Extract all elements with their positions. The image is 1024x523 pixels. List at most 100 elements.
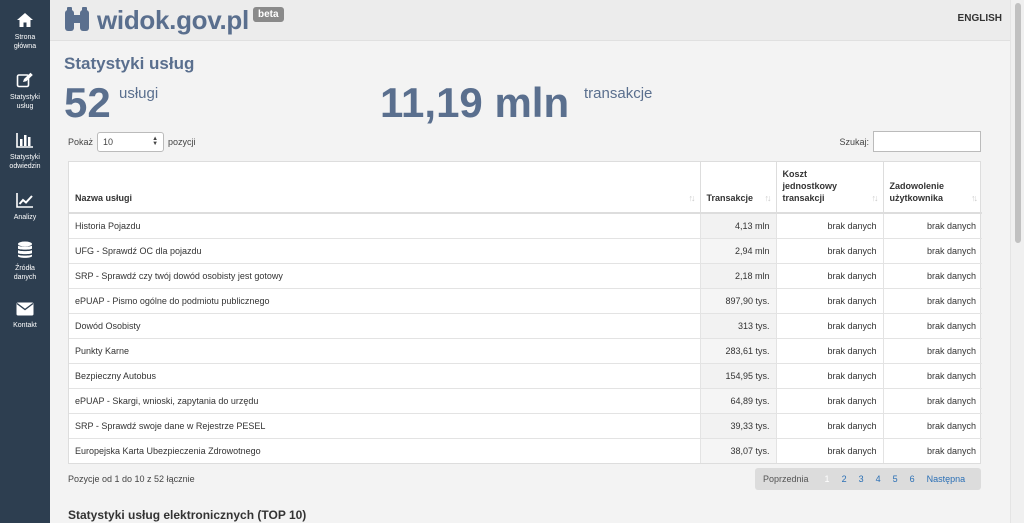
cell-satisfaction: brak danych (882, 412, 982, 438)
cell-unit-cost: brak danych (775, 287, 883, 313)
table-row: Europejska Karta Ubezpieczenia Zdrowotne… (69, 437, 982, 463)
column-header-service-name[interactable]: Nazwa usługi ↑↓ (69, 162, 700, 214)
cell-transactions: 39,33 tys. (699, 412, 776, 438)
cell-service-name: ePUAP - Pismo ogólne do podmiotu publicz… (69, 287, 700, 313)
sort-icon: ↑↓ (688, 193, 696, 203)
sidebar: Strona główna Statystyki usług Statystyk… (0, 0, 50, 523)
cell-transactions: 4,13 mln (699, 212, 776, 238)
scrollbar-thumb[interactable] (1015, 3, 1021, 243)
table-row: Punkty Karne 283,61 tys. brak danych brak d… (69, 337, 982, 363)
cell-transactions: 283,61 tys. (699, 337, 776, 363)
cell-unit-cost: brak danych (775, 437, 883, 463)
logo[interactable]: widok.gov.pl (63, 5, 249, 35)
column-header-unit-cost[interactable]: Koszt jednostkowy transakcji ↑↓ (775, 162, 883, 214)
table-row: Dowód Osobisty 313 tys. brak danych brak da… (69, 312, 982, 338)
cell-satisfaction: brak danych (882, 387, 982, 413)
table-row: ePUAP - Pismo ogólne do podmiotu publicz… (69, 287, 982, 313)
pagination-page[interactable]: 6 (904, 474, 921, 484)
pagination-next[interactable]: Następna (921, 474, 972, 484)
column-header-transactions[interactable]: Transakcje ↑↓ (699, 162, 776, 214)
pagination-page[interactable]: 3 (853, 474, 870, 484)
table-info: Pozycje od 1 do 10 z 52 łącznie (68, 474, 195, 484)
cell-transactions: 897,90 tys. (699, 287, 776, 313)
section-title: Statystyki usług elektronicznych (TOP 10… (68, 508, 307, 522)
nav-item-data-sources[interactable]: Źródła danych (0, 241, 50, 282)
search-control: Szukaj: (839, 131, 981, 152)
search-input[interactable] (873, 131, 981, 152)
pagination-previous[interactable]: Poprzednia (755, 474, 819, 484)
line-chart-icon (16, 193, 33, 208)
cell-service-name: Europejska Karta Ubezpieczenia Zdrowotne… (69, 437, 700, 463)
main-content: Statystyki usług 52 usługi 11,19 mln tra… (50, 41, 1010, 523)
table-row: Historia Pojazdu 4,13 mln brak danych brak … (69, 212, 982, 238)
search-label: Szukaj: (839, 136, 869, 147)
nav-item-visit-stats[interactable]: Statystyki odwiedzin (0, 132, 50, 171)
cell-unit-cost: brak danych (775, 212, 883, 238)
transactions-label: transakcje (584, 85, 653, 102)
page-length-value: 10 (103, 137, 114, 147)
cell-service-name: UFG - Sprawdź OC dla pojazdu (69, 237, 700, 263)
home-icon (17, 13, 33, 27)
nav-label: Strona główna (13, 34, 37, 50)
nav-label: Statystyki odwiedzin (9, 154, 41, 170)
database-icon (18, 241, 32, 258)
services-table: Nazwa usługi ↑↓ Transakcje ↑↓ Koszt jednos… (68, 161, 982, 464)
column-header-satisfaction[interactable]: Zadowolenie użytkownika ↑↓ (882, 162, 982, 214)
cell-unit-cost: brak danych (775, 387, 883, 413)
cell-transactions: 154,95 tys. (699, 362, 776, 388)
page-length-select[interactable]: 10 ▲ ▼ (97, 132, 165, 152)
beta-badge: beta (253, 7, 284, 22)
cell-transactions: 2,18 mln (699, 262, 776, 288)
page-length-control: Pokaż 10 ▲ ▼ pozycji (68, 132, 196, 152)
cell-unit-cost: brak danych (775, 312, 883, 338)
logo-text: widok.gov.pl (97, 4, 249, 35)
cell-unit-cost: brak danych (775, 412, 883, 438)
binoculars-icon (65, 7, 89, 31)
show-suffix: pozycji (168, 137, 196, 147)
nav-label: Analizy (13, 214, 37, 221)
cell-service-name: SRP - Sprawdź czy twój dowód osobisty je… (69, 262, 700, 288)
transactions-count: 11,19 mln (380, 79, 570, 126)
nav-label: Kontakt (13, 322, 37, 329)
cell-service-name: ePUAP - Skargi, wnioski, zapytania do ur… (69, 387, 700, 413)
table-row: UFG - Sprawdź OC dla pojazdu 2,94 mln brak… (69, 237, 982, 263)
cell-satisfaction: brak danych (882, 212, 982, 238)
nav-item-home[interactable]: Strona główna (0, 12, 50, 51)
cell-unit-cost: brak danych (775, 337, 883, 363)
cell-transactions: 64,89 tys. (699, 387, 776, 413)
cell-service-name: Historia Pojazdu (69, 212, 700, 238)
nav-item-contact[interactable]: Kontakt (0, 302, 50, 330)
cell-unit-cost: brak danych (775, 362, 883, 388)
pagination-page[interactable]: 5 (887, 474, 904, 484)
pagination-page[interactable]: 4 (870, 474, 887, 484)
nav-item-service-stats[interactable]: Statystyki usług (0, 72, 50, 111)
cell-unit-cost: brak danych (775, 262, 883, 288)
bar-chart-icon (16, 133, 33, 148)
cell-satisfaction: brak danych (882, 287, 982, 313)
cell-transactions: 313 tys. (699, 312, 776, 338)
services-count: 52 (64, 79, 111, 126)
page-scrollbar[interactable] (1010, 0, 1024, 523)
header: widok.gov.pl beta ENGLISH (50, 0, 1010, 41)
select-arrows-icon: ▲ ▼ (152, 136, 159, 147)
table-header-row: Nazwa usługi ↑↓ Transakcje ↑↓ Koszt jednos… (69, 162, 982, 214)
table-row: SRP - Sprawdź swoje dane w Rejestrze PES… (69, 412, 982, 438)
services-label: usługi (119, 85, 159, 102)
envelope-icon (16, 302, 34, 316)
cell-service-name: Dowód Osobisty (69, 312, 700, 338)
language-switch[interactable]: ENGLISH (958, 13, 1002, 24)
cell-satisfaction: brak danych (882, 237, 982, 263)
cell-satisfaction: brak danych (882, 262, 982, 288)
table-row: SRP - Sprawdź czy twój dowód osobisty je… (69, 262, 982, 288)
table-row: Bezpieczny Autobus 154,95 tys. brak danych… (69, 362, 982, 388)
pagination-page-current[interactable]: 1 (819, 474, 836, 484)
cell-transactions: 38,07 tys. (699, 437, 776, 463)
pagination-page[interactable]: 2 (836, 474, 853, 484)
sort-icon: ↑↓ (764, 193, 772, 203)
page-title: Statystyki usług (64, 54, 195, 73)
sort-icon: ↑↓ (971, 193, 978, 203)
cell-service-name: Bezpieczny Autobus (69, 362, 700, 388)
cell-service-name: SRP - Sprawdź swoje dane w Rejestrze PES… (69, 412, 700, 438)
nav-label: Źródła danych (13, 265, 37, 281)
nav-item-analyses[interactable]: Analizy (0, 192, 50, 222)
